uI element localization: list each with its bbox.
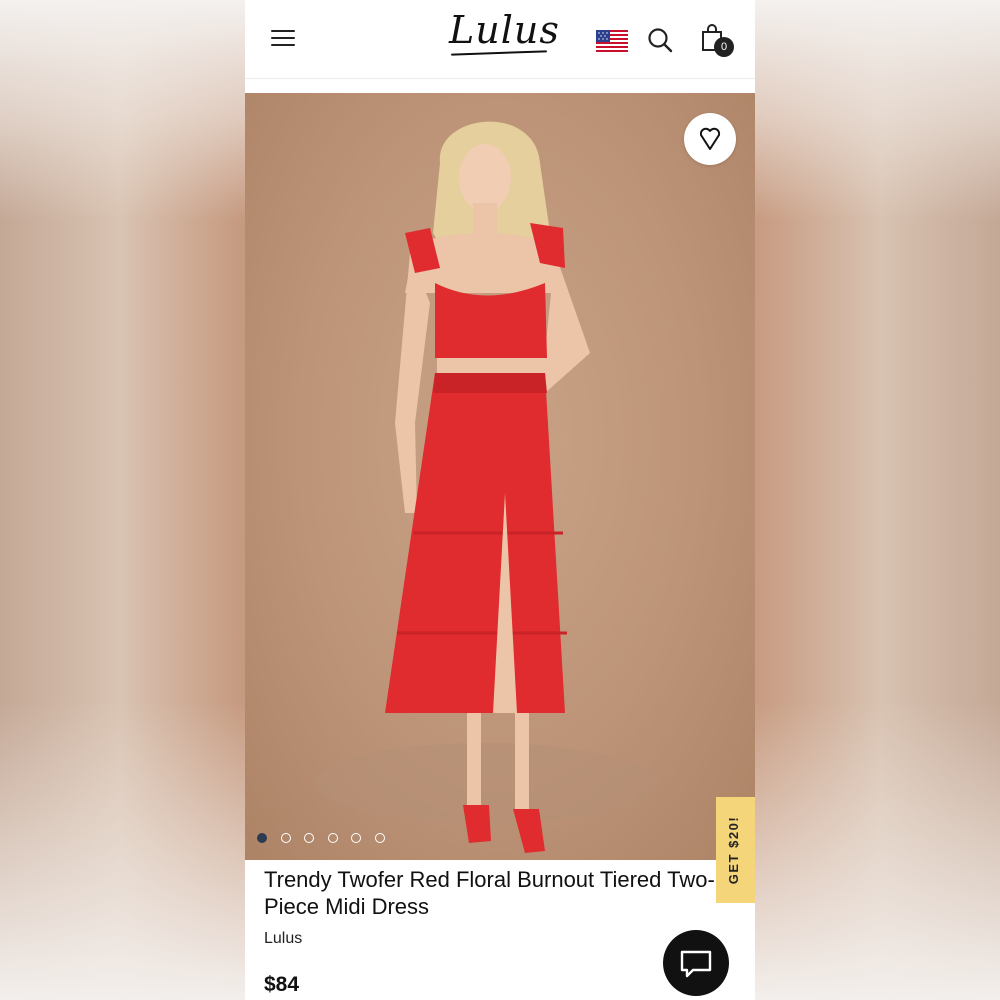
mobile-page: Lulus 0 Trendy Twofer Red Floral Burnout…: [245, 0, 755, 1000]
model-photo: [315, 121, 655, 853]
product-brand-link[interactable]: Lulus: [264, 930, 302, 948]
chat-icon: [680, 950, 712, 978]
gallery-dot[interactable]: [351, 833, 361, 843]
cart-count-badge[interactable]: 0: [714, 37, 734, 57]
promo-tab-button[interactable]: GET $20!: [716, 797, 755, 903]
gallery-dot[interactable]: [375, 833, 385, 843]
heart-icon: [699, 127, 721, 150]
site-logo[interactable]: Lulus: [449, 8, 560, 52]
gallery-dot[interactable]: [257, 833, 267, 843]
search-icon[interactable]: [647, 27, 673, 53]
product-price: $84: [264, 973, 300, 996]
product-image[interactable]: [245, 93, 755, 860]
gallery-dot[interactable]: [304, 833, 314, 843]
chat-button[interactable]: [663, 930, 729, 996]
hamburger-menu-icon[interactable]: [271, 28, 297, 48]
site-header: Lulus 0: [245, 0, 755, 79]
product-title: Trendy Twofer Red Floral Burnout Tiered …: [264, 867, 715, 919]
gallery-dot[interactable]: [281, 833, 291, 843]
gallery-dot[interactable]: [328, 833, 338, 843]
us-flag-icon[interactable]: [596, 30, 628, 54]
promo-label: GET $20!: [726, 815, 741, 885]
favorite-button[interactable]: [684, 113, 736, 165]
